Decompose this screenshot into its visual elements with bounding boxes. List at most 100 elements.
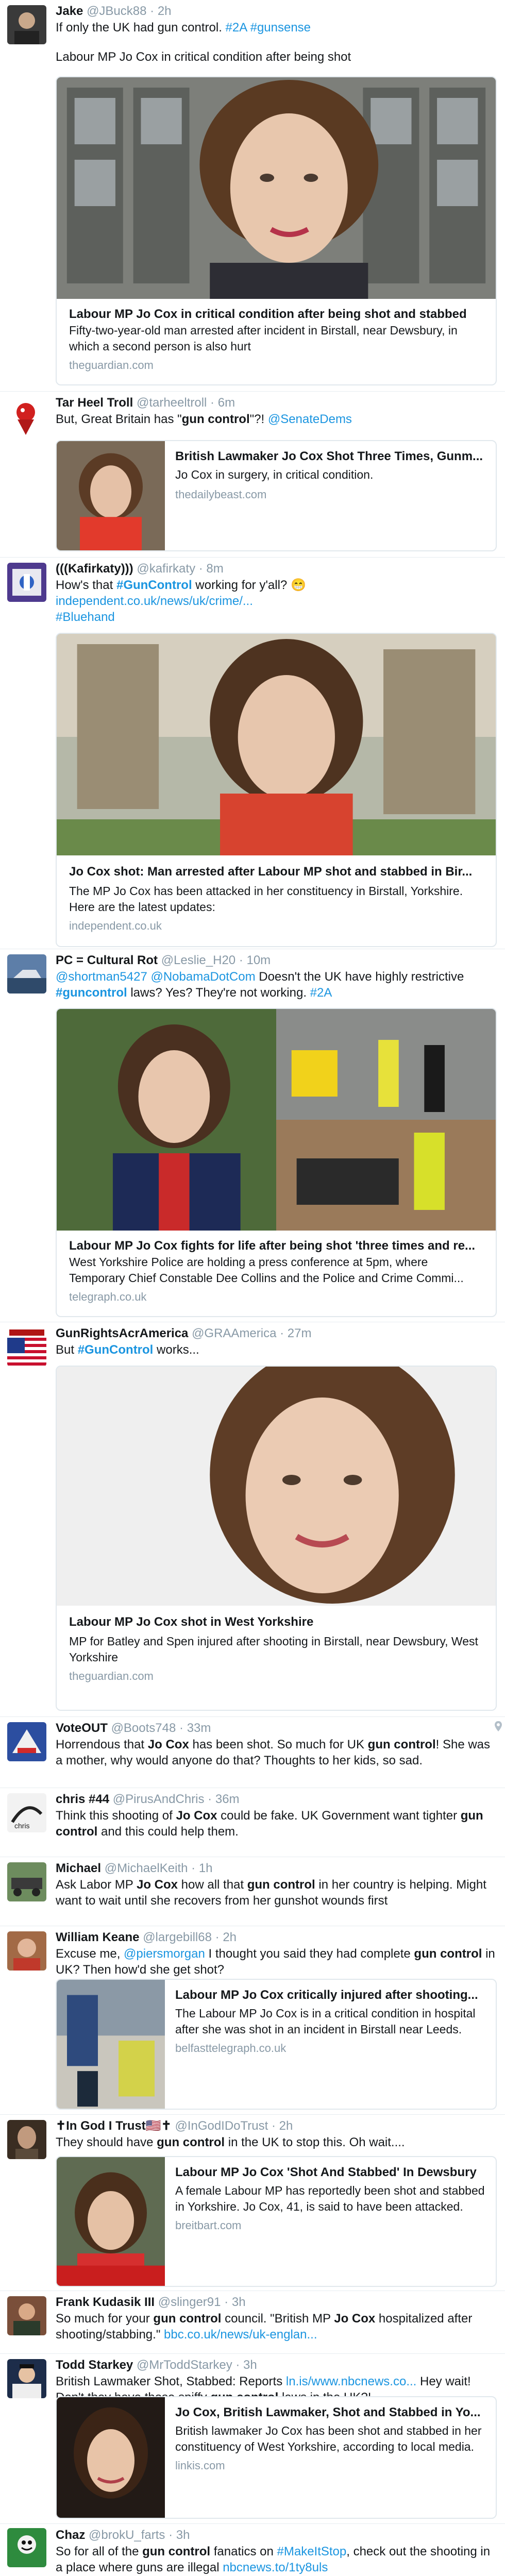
- avatar[interactable]: [7, 2359, 46, 2398]
- timestamp[interactable]: 8m: [206, 562, 223, 576]
- tweet[interactable]: (((Kafirkaty))) @kafirkaty · 8m How's th…: [0, 558, 505, 949]
- avatar[interactable]: [7, 2296, 46, 2335]
- user-handle[interactable]: @slinger91: [158, 2295, 221, 2309]
- timestamp[interactable]: 33m: [187, 1721, 211, 1735]
- tweet[interactable]: VoteOUT @Boots748 · 33m Horrendous that …: [0, 1717, 505, 1788]
- link-card[interactable]: Labour MP Jo Cox critically injured afte…: [56, 1979, 497, 2110]
- url-link[interactable]: nbcnews.to/1ty8uls: [223, 2561, 328, 2574]
- hashtag-link[interactable]: #Bluehand: [56, 610, 115, 624]
- timestamp[interactable]: 6m: [218, 396, 235, 410]
- user-handle[interactable]: @InGodIDoTrust: [175, 2119, 268, 2133]
- text-segment: But: [56, 1343, 78, 1357]
- timestamp[interactable]: 2h: [223, 1930, 237, 1944]
- user-handle[interactable]: @kafirkaty: [137, 562, 195, 576]
- tweet[interactable]: Michael @MichaelKeith · 1h Ask Labor MP …: [0, 1857, 505, 1926]
- card-image: [57, 634, 496, 855]
- user-handle[interactable]: @tarheeltroll: [137, 396, 207, 410]
- avatar[interactable]: [7, 1862, 46, 1901]
- url-link[interactable]: ln.is/www.nbcnews.co...: [286, 2375, 416, 2388]
- hashtag-link[interactable]: #gunsense: [250, 21, 311, 35]
- avatar[interactable]: [7, 1722, 46, 1761]
- link-card[interactable]: Labour MP Jo Cox shot in West Yorkshire …: [56, 1366, 497, 1711]
- tweet[interactable]: PC = Cultural Rot @Leslie_H20 · 10m @sho…: [0, 949, 505, 1322]
- highlighted-term: gun control: [181, 412, 250, 426]
- tweet-text-line: Labour MP Jo Cox in critical condition a…: [56, 50, 351, 64]
- hashtag-link[interactable]: #2A: [226, 21, 247, 35]
- display-name[interactable]: GunRightsAcrAmerica: [56, 1326, 188, 1340]
- display-name[interactable]: Todd Starkey: [56, 2358, 133, 2372]
- link-card[interactable]: Labour MP Jo Cox 'Shot And Stabbed' In D…: [56, 2156, 497, 2287]
- mention-link[interactable]: @NobamaDotCom: [150, 970, 255, 984]
- tweet[interactable]: Tar Heel Troll @tarheeltroll · 6m But, G…: [0, 392, 505, 558]
- timestamp[interactable]: 1h: [199, 1861, 213, 1875]
- avatar[interactable]: [7, 1931, 46, 1971]
- url-link[interactable]: bbc.co.uk/news/uk-englan...: [164, 2328, 317, 2342]
- user-handle[interactable]: @brokU_farts: [89, 2528, 165, 2542]
- display-name[interactable]: Jake: [56, 4, 83, 18]
- avatar[interactable]: [7, 954, 46, 994]
- user-handle[interactable]: @GRAAmerica: [192, 1326, 276, 1340]
- avatar[interactable]: [7, 5, 46, 44]
- timestamp[interactable]: 10m: [246, 953, 271, 967]
- display-name[interactable]: Frank Kudasik III: [56, 2295, 155, 2309]
- tweet[interactable]: GunRightsAcrAmerica @GRAAmerica · 27m Bu…: [0, 1322, 505, 1717]
- display-name[interactable]: Tar Heel Troll: [56, 396, 133, 410]
- tweet[interactable]: Frank Kudasik III @slinger91 · 3h So muc…: [0, 2291, 505, 2354]
- timestamp[interactable]: 3h: [176, 2528, 190, 2542]
- highlighted-term: Jo Cox: [136, 1878, 178, 1892]
- user-handle[interactable]: @Boots748: [111, 1721, 176, 1735]
- tweet[interactable]: chris chris #44 @PirusAndChris · 36m Thi…: [0, 1788, 505, 1857]
- display-name[interactable]: chris #44: [56, 1792, 109, 1806]
- separator: ·: [169, 2528, 173, 2542]
- avatar[interactable]: [7, 2528, 46, 2567]
- display-name[interactable]: ✝In God I Trust🇺🇸✝: [56, 2119, 172, 2133]
- display-name[interactable]: VoteOUT: [56, 1721, 108, 1735]
- tweet[interactable]: William Keane @largebill68 · 2h Excuse m…: [0, 1926, 505, 2115]
- hashtag-link[interactable]: #2A: [310, 986, 332, 1000]
- user-handle[interactable]: @MichaelKeith: [105, 1861, 188, 1875]
- user-handle[interactable]: @Leslie_H20: [161, 953, 235, 967]
- tweet[interactable]: Chaz @brokU_farts · 3h So for all of the…: [0, 2524, 505, 2576]
- avatar[interactable]: [7, 397, 46, 436]
- separator: ·: [179, 1721, 184, 1735]
- user-handle[interactable]: @MrToddStarkey: [137, 2358, 232, 2372]
- link-card[interactable]: Jo Cox shot: Man arrested after Labour M…: [56, 633, 497, 947]
- display-name[interactable]: Chaz: [56, 2528, 85, 2542]
- text-segment: and this could help them.: [97, 1825, 239, 1839]
- display-name[interactable]: William Keane: [56, 1930, 140, 1944]
- url-link[interactable]: independent.co.uk/news/uk/crime/...: [56, 594, 253, 608]
- hashtag-link[interactable]: #guncontrol: [56, 986, 127, 1000]
- mention-link[interactable]: @shortman5427: [56, 970, 147, 984]
- timestamp[interactable]: 3h: [243, 2358, 257, 2372]
- avatar[interactable]: [7, 1327, 46, 1367]
- display-name[interactable]: PC = Cultural Rot: [56, 953, 158, 967]
- tweet[interactable]: Todd Starkey @MrToddStarkey · 3h British…: [0, 2354, 505, 2524]
- timestamp[interactable]: 36m: [215, 1792, 240, 1806]
- card-domain: belfasttelegraph.co.uk: [175, 2042, 287, 2055]
- mention-link[interactable]: @SenateDems: [268, 412, 352, 426]
- avatar[interactable]: [7, 2120, 46, 2159]
- tweet-text: Horrendous that Jo Cox has been shot. So…: [56, 1737, 497, 1769]
- mention-link[interactable]: @piersmorgan: [124, 1947, 205, 1961]
- link-card[interactable]: Jo Cox, British Lawmaker, Shot and Stabb…: [56, 2396, 497, 2519]
- tweet[interactable]: ✝In God I Trust🇺🇸✝ @InGodIDoTrust · 2h T…: [0, 2115, 505, 2291]
- user-handle[interactable]: @PirusAndChris: [113, 1792, 205, 1806]
- link-card[interactable]: British Lawmaker Jo Cox Shot Three Times…: [56, 440, 497, 551]
- display-name[interactable]: (((Kafirkaty))): [56, 562, 133, 576]
- hashtag-link[interactable]: #GunControl: [78, 1343, 154, 1357]
- user-handle[interactable]: @largebill68: [143, 1930, 212, 1944]
- timestamp[interactable]: 2h: [279, 2119, 293, 2133]
- tweet[interactable]: Jake @JBuck88 · 2h If only the UK had gu…: [0, 0, 505, 392]
- user-handle[interactable]: @JBuck88: [87, 4, 146, 18]
- card-domain: theguardian.com: [69, 359, 154, 372]
- link-card[interactable]: Labour MP Jo Cox in critical condition a…: [56, 76, 497, 385]
- timestamp[interactable]: 3h: [232, 2295, 246, 2309]
- avatar[interactable]: [7, 563, 46, 602]
- timestamp[interactable]: 2h: [158, 4, 172, 18]
- timestamp[interactable]: 27m: [288, 1326, 312, 1340]
- hashtag-link[interactable]: #MakeItStop: [277, 2545, 347, 2558]
- link-card[interactable]: Labour MP Jo Cox fights for life after b…: [56, 1008, 497, 1317]
- display-name[interactable]: Michael: [56, 1861, 101, 1875]
- hashtag-link[interactable]: #GunControl: [116, 578, 192, 592]
- avatar[interactable]: chris: [7, 1793, 46, 1832]
